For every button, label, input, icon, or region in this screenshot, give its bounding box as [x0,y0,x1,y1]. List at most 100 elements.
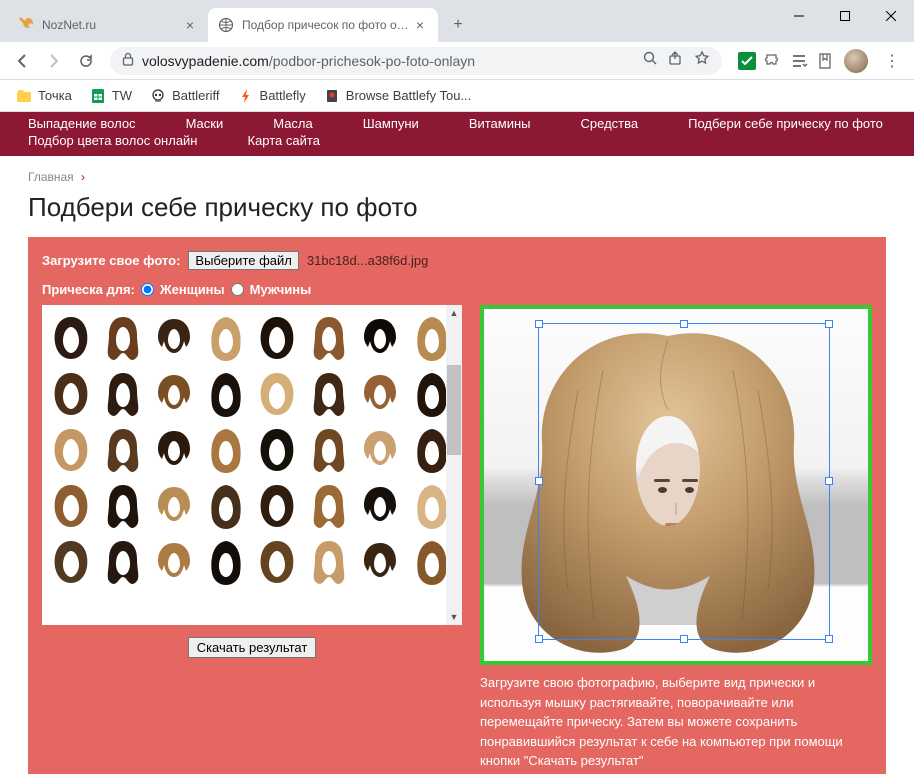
upload-row: Загрузите свое фото: Выберите файл 31bc1… [42,251,872,270]
hair-thumbnail[interactable] [357,535,403,589]
bookmark-battleriff[interactable]: Battleriff [144,84,225,108]
nav-link[interactable]: Подбор цвета волос онлайн [28,133,198,148]
resize-handle[interactable] [535,320,543,328]
hair-thumbnail[interactable] [151,423,197,477]
bookmark-label: TW [112,88,132,103]
hair-thumbnail[interactable] [151,311,197,365]
new-tab-button[interactable]: + [444,11,472,39]
hair-thumbnail[interactable] [151,367,197,421]
tab-hairstyle[interactable]: Подбор причесок по фото онла × [208,8,438,42]
menu-button[interactable]: ⋮ [878,51,906,71]
hair-thumbnail[interactable] [306,367,352,421]
maximize-button[interactable] [822,0,868,32]
close-icon[interactable]: × [412,17,428,33]
close-icon[interactable]: × [182,17,198,33]
hair-thumbnail[interactable] [254,535,300,589]
hair-thumbnail[interactable] [254,423,300,477]
hair-thumbnail[interactable] [306,311,352,365]
hair-thumbnail[interactable] [306,479,352,533]
nav-link[interactable]: Маски [186,116,224,131]
radio-men[interactable] [231,283,244,296]
label-men[interactable]: Мужчины [250,282,312,297]
lightning-icon [238,88,254,104]
hair-thumbnail[interactable] [357,367,403,421]
hair-thumbnail[interactable] [48,479,94,533]
address-bar[interactable]: volosvypadenie.com/podbor-prichesok-po-f… [110,47,722,75]
forward-button[interactable] [40,47,68,75]
check-extension-icon[interactable] [738,52,756,70]
scroll-down-icon[interactable]: ▼ [446,609,462,625]
hair-thumbnail[interactable] [203,535,249,589]
resize-handle[interactable] [680,635,688,643]
hair-thumbnail[interactable] [254,479,300,533]
gender-label: Прическа для: [42,282,135,297]
hair-thumbnail[interactable] [306,423,352,477]
hair-thumbnail[interactable] [48,535,94,589]
resize-handle[interactable] [825,635,833,643]
hair-thumbnail[interactable] [100,535,146,589]
hair-thumbnail[interactable] [357,423,403,477]
puzzle-extension-icon[interactable] [764,52,782,70]
hair-thumbnail[interactable] [100,367,146,421]
bookmark-tw[interactable]: TW [84,84,138,108]
tab-title: NozNet.ru [42,18,182,32]
resize-handle[interactable] [535,635,543,643]
share-icon[interactable] [668,50,684,71]
hair-thumbnail[interactable] [100,423,146,477]
nav-link[interactable]: Выпадение волос [28,116,136,131]
nav-link[interactable]: Витамины [469,116,531,131]
globe-icon [218,17,234,33]
tab-noznet[interactable]: NozNet.ru × [8,8,208,42]
nav-link[interactable]: Шампуни [363,116,419,131]
bookmark-battlefy-tour[interactable]: Browse Battlefy Tou... [318,84,478,108]
radio-women[interactable] [141,283,154,296]
close-window-button[interactable] [868,0,914,32]
hair-thumbnail[interactable] [151,535,197,589]
hair-thumbnail[interactable] [357,479,403,533]
upload-label: Загрузите свое фото: [42,253,180,268]
nav-link[interactable]: Средства [581,116,639,131]
hair-thumbnail[interactable] [203,367,249,421]
list-extension-icon[interactable] [790,52,808,70]
hair-thumbnail[interactable] [254,367,300,421]
bookmark-battlefly[interactable]: Battlefly [232,84,312,108]
selection-box[interactable] [538,323,830,640]
nav-link[interactable]: Карта сайта [248,133,320,148]
url-text: volosvypadenie.com/podbor-prichesok-po-f… [142,53,634,69]
bookmark-label: Battleriff [172,88,219,103]
bookmark-tochka[interactable]: Точка [10,84,78,108]
hair-thumbnail[interactable] [306,535,352,589]
breadcrumb-home[interactable]: Главная [28,170,74,184]
resize-handle[interactable] [680,320,688,328]
label-women[interactable]: Женщины [160,282,225,297]
hair-thumbnail[interactable] [203,311,249,365]
hair-thumbnail[interactable] [254,311,300,365]
nav-link[interactable]: Подбери себе прическу по фото [688,116,883,131]
back-button[interactable] [8,47,36,75]
hair-thumbnail[interactable] [203,423,249,477]
hair-thumbnail[interactable] [100,311,146,365]
hair-thumbnail[interactable] [357,311,403,365]
download-button[interactable]: Скачать результат [188,637,317,658]
hair-thumbnail[interactable] [48,311,94,365]
hair-thumbnail[interactable] [100,479,146,533]
hair-thumbnail[interactable] [151,479,197,533]
resize-handle[interactable] [825,477,833,485]
hair-thumbnail[interactable] [48,423,94,477]
hair-thumbnail[interactable] [48,367,94,421]
scrollbar[interactable]: ▲ ▼ [446,305,462,625]
profile-avatar[interactable] [844,49,868,73]
star-icon[interactable] [694,50,710,71]
reload-button[interactable] [72,47,100,75]
scroll-thumb[interactable] [447,365,461,455]
choose-file-button[interactable]: Выберите файл [188,251,298,270]
preview-canvas[interactable] [484,309,868,661]
scroll-up-icon[interactable]: ▲ [446,305,462,321]
bookmark-extension-icon[interactable] [816,52,834,70]
nav-link[interactable]: Масла [273,116,313,131]
hair-thumbnail[interactable] [203,479,249,533]
resize-handle[interactable] [535,477,543,485]
minimize-button[interactable] [776,0,822,32]
zoom-icon[interactable] [642,50,658,71]
resize-handle[interactable] [825,320,833,328]
